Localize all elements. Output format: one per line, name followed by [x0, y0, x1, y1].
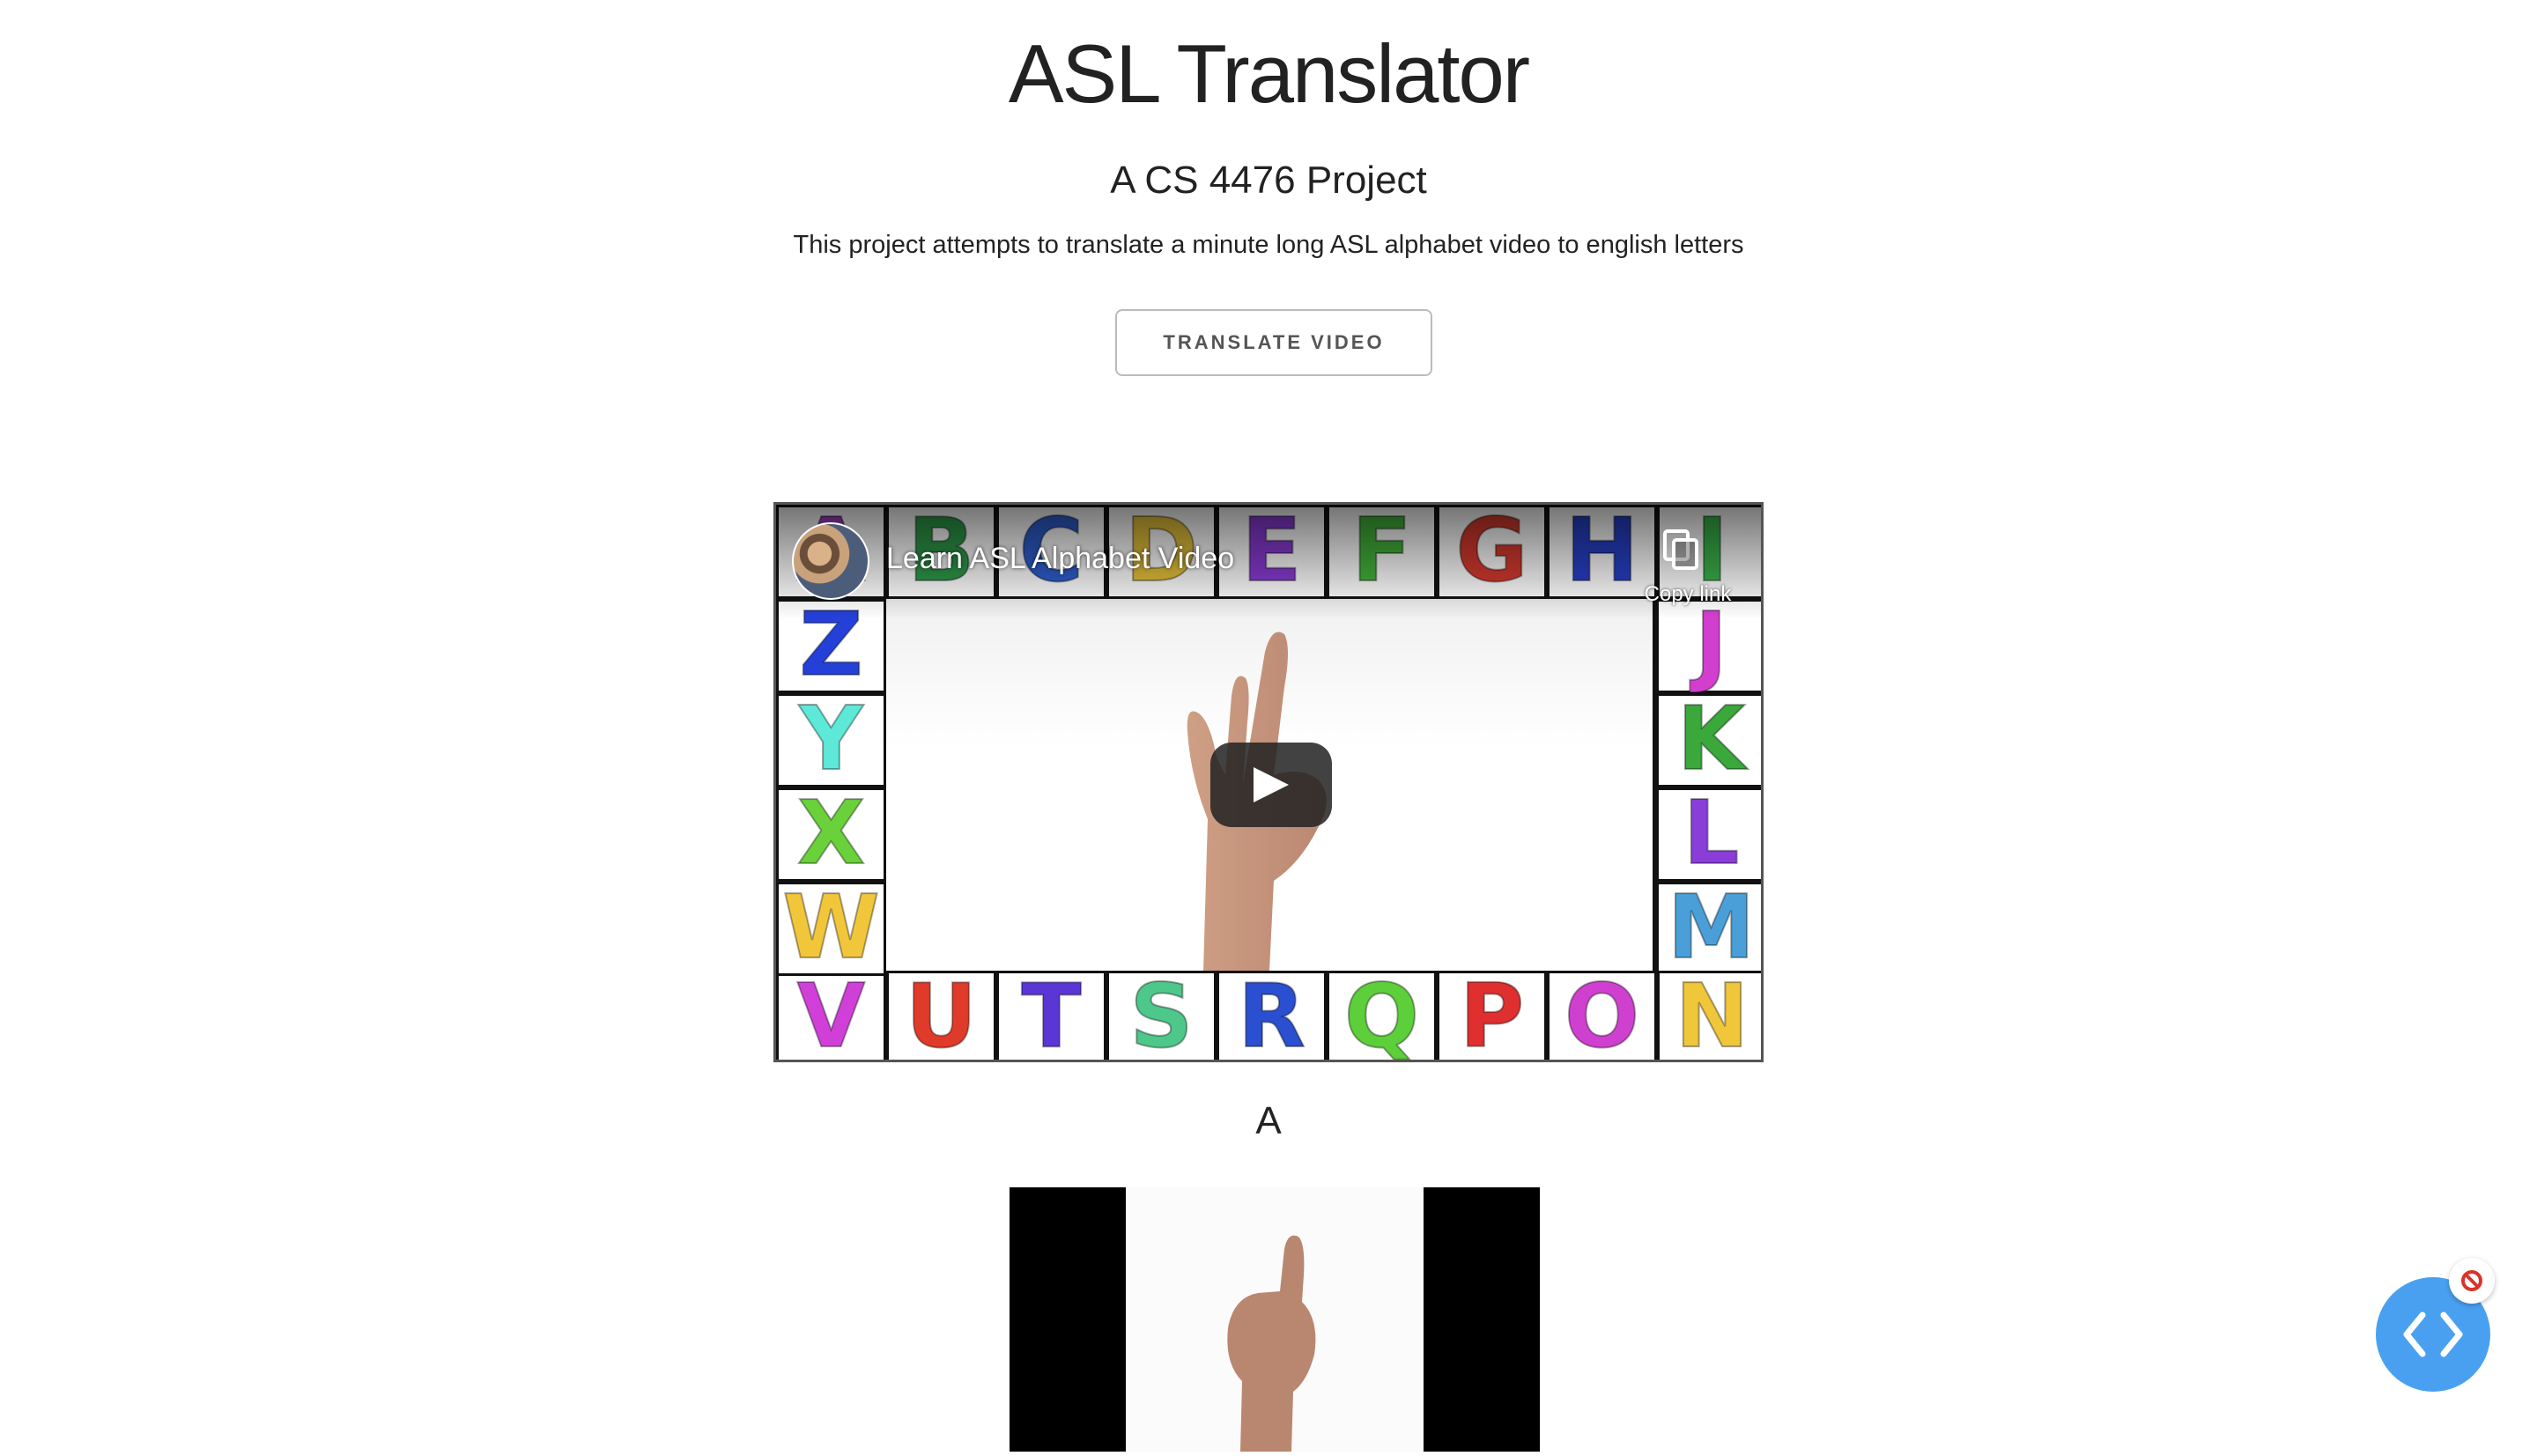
play-icon [1254, 767, 1289, 802]
frame-preview-content [1126, 1187, 1424, 1452]
alphabet-cell: R [1217, 964, 1327, 1060]
alphabet-cell: X [776, 780, 886, 885]
alphabet-cell: Q [1327, 964, 1437, 1060]
alphabet-letter: N [1675, 964, 1750, 1062]
alphabet-cell: P [1437, 964, 1547, 1060]
translate-video-button[interactable]: TRANSLATE VIDEO [1115, 309, 1432, 376]
block-icon [2461, 1270, 2482, 1291]
video-thumbnail[interactable]: ABCDEFGHIJKLMVUTSRQPONZYXW Learn ASL Alp… [776, 505, 1761, 1060]
alphabet-letter: V [796, 964, 866, 1062]
alphabet-cell: V [776, 964, 886, 1060]
alphabet-letter: P [1459, 964, 1525, 1062]
alphabet-cell: M [1656, 875, 1761, 979]
alphabet-cell: Y [776, 686, 886, 791]
alphabet-letter: T [1020, 964, 1082, 1062]
alphabet-letter: W [781, 875, 880, 979]
alphabet-cell: U [886, 964, 996, 1060]
alphabet-cell: O [1547, 964, 1657, 1060]
block-badge[interactable] [2449, 1258, 2495, 1304]
alphabet-letter: Q [1343, 964, 1420, 1062]
alphabet-letter: X [796, 780, 866, 885]
alphabet-letter: S [1128, 964, 1194, 1062]
alphabet-letter: O [1564, 964, 1640, 1062]
page-description: This project attempts to translate a min… [793, 231, 1744, 259]
channel-avatar[interactable] [792, 522, 869, 600]
video-embed[interactable]: ABCDEFGHIJKLMVUTSRQPONZYXW Learn ASL Alp… [773, 502, 1764, 1062]
alphabet-letter: R [1237, 964, 1306, 1062]
page-title: ASL Translator [1008, 27, 1530, 120]
alphabet-cell: K [1656, 686, 1761, 791]
alphabet-cell: T [996, 964, 1106, 1060]
alphabet-letter: U [905, 964, 978, 1062]
alphabet-letter: M [1667, 875, 1757, 979]
alphabet-letter: Y [798, 686, 863, 791]
play-button[interactable] [1210, 743, 1332, 827]
alphabet-cell: N [1657, 964, 1761, 1060]
alphabet-letter: K [1676, 686, 1747, 791]
code-brackets-icon [2403, 1312, 2463, 1357]
alphabet-letter: L [1683, 780, 1741, 885]
alphabet-cell: S [1106, 964, 1217, 1060]
hand-fist-image [1227, 1235, 1316, 1452]
letter-frame-preview [1010, 1187, 1540, 1452]
copy-link-label[interactable]: Copy link [1626, 582, 1749, 607]
page-subtitle: A CS 4476 Project [1110, 159, 1427, 202]
video-title[interactable]: Learn ASL Alphabet Video [886, 542, 1234, 576]
current-letter: A [1255, 1099, 1282, 1142]
alphabet-cell: L [1656, 780, 1761, 885]
alphabet-cell: W [776, 875, 886, 979]
copy-link-icon[interactable] [1661, 529, 1702, 573]
